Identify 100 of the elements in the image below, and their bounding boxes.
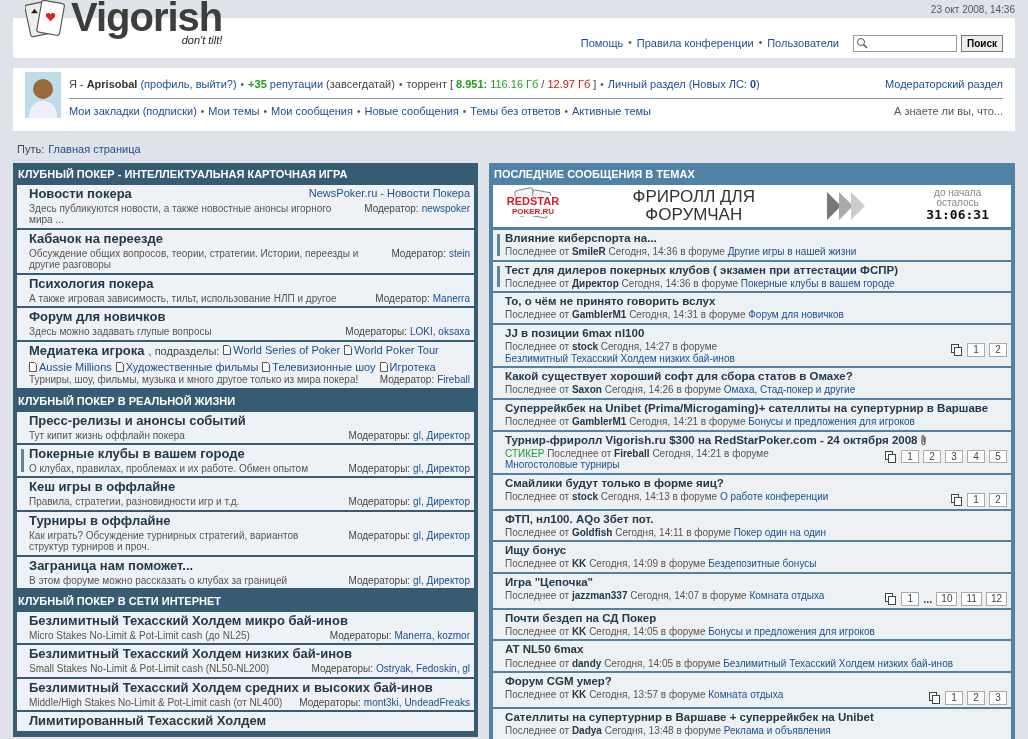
subforum-link[interactable]: Телевизионные шоу (262, 360, 376, 374)
moderator-link[interactable]: gl, Директор (413, 574, 470, 587)
moderator-link[interactable]: stein (448, 247, 470, 260)
forum-link[interactable]: Безлимитный Техасский Холдем низких бай-инов (723, 657, 953, 669)
page-link[interactable]: 5 (989, 449, 1007, 464)
search-button[interactable]: Поиск (961, 34, 1003, 52)
forum-link[interactable]: Бездепозитные бонусы (708, 558, 817, 570)
topic-title[interactable]: Сателлиты на супертурнир в Варшаве + суперрейкбек на Unibet (505, 710, 874, 725)
breadcrumb-link[interactable]: Главная страница (48, 142, 141, 156)
topic-title[interactable]: Турнир-фриролл Vigorish.ru $300 на RedStarPoker.com - 24 октября 2008 (505, 433, 918, 447)
page-link[interactable]: 3 (945, 449, 963, 464)
page-link[interactable]: 12 (985, 592, 1007, 606)
topic-title[interactable]: Какой существует хороший софт для сбора статов в Омахе? (505, 370, 853, 384)
forum-link[interactable]: О работе конференции (719, 491, 829, 503)
subforum-link[interactable]: Aussie Millions (29, 360, 112, 374)
topic-title[interactable]: Суперрейкбек на Unibet (Prima/Microgaming)+ сателлиты на супертурнир в Варшаве (505, 401, 989, 416)
user-link[interactable]: (профиль, выйти?) (140, 78, 237, 91)
forum-link[interactable]: Безлимитный Техасский Холдем низких бай-инов (505, 352, 735, 364)
forum-title[interactable]: Пресс-релизы и анонсы событий (29, 413, 246, 429)
forum-title[interactable]: Форум для новичков (29, 310, 166, 326)
subforum-link[interactable]: World Series of Poker (223, 343, 341, 357)
nav-link[interactable]: Пользователи (767, 36, 839, 50)
moderator-link[interactable]: gl, Директор (413, 462, 470, 475)
forum-link[interactable]: Покерные клубы в вашем городе (740, 277, 895, 289)
page-link[interactable]: 1 (901, 449, 919, 464)
topic-title[interactable]: Форум CGM умер? (505, 675, 612, 689)
topic-title[interactable]: JJ в позиции 6max nl100 (505, 326, 645, 341)
user-nav-link[interactable]: Новые сообщения (364, 105, 459, 118)
forum-description: Турниры, шоу, фильмы, музыка и много другое только из мира покера! (29, 374, 360, 386)
page-link[interactable]: 2 (989, 343, 1007, 357)
forum-link[interactable]: Другие игры в нашей жизни (727, 246, 857, 257)
forum-link[interactable]: Бонусы и предложения для игроков (708, 625, 875, 637)
page-link[interactable]: 1 (967, 343, 985, 357)
moderator-link[interactable]: LOKI, oksaxa (409, 326, 470, 338)
forum-link[interactable]: Многостоловые турниры (505, 459, 620, 471)
nav-link[interactable]: Помощь (580, 36, 624, 50)
topic-title[interactable]: Игра "Цепочка" (505, 575, 594, 590)
subforum-link[interactable]: World Poker Tour (344, 343, 439, 357)
post-time: Сегодня, 13:57 (589, 689, 659, 701)
moderator-link[interactable]: gl, Директор (413, 429, 470, 441)
moderator-link[interactable]: gl, Директор (413, 529, 470, 542)
user-nav-link[interactable]: Мои сообщения (270, 105, 353, 118)
moderator-link[interactable]: mont3ki, UndeadFreaks (363, 696, 470, 709)
moderator-link[interactable]: gl, Директор (413, 496, 470, 508)
topic-title[interactable]: Ищу бонус (505, 544, 567, 558)
page-link[interactable]: 1 (967, 493, 985, 507)
forum-title[interactable]: Покерные клубы в вашем городе (29, 447, 245, 462)
forum-link[interactable]: Омаха, Стад-покер и другие (723, 384, 856, 396)
forum-title[interactable]: Безлимитный Техасский Холдем микро бай-инов (29, 613, 348, 629)
moderator-link[interactable]: Manerra, kozmor (394, 629, 470, 642)
forum-link[interactable]: Реклама и объявления (723, 725, 831, 737)
user-nav-link[interactable]: Мои закладки (подписки) (69, 105, 197, 118)
page-link[interactable]: 10 (936, 592, 958, 606)
user-link[interactable]: Личный раздел (Новых ЛС: 0) (607, 78, 760, 91)
page-link[interactable]: 3 (989, 691, 1007, 705)
subforum-link[interactable]: Игротека (379, 360, 436, 374)
topic-title[interactable]: Смайлики будут только в форме яиц? (505, 476, 724, 491)
in-forum-label: в форуме (686, 526, 731, 538)
moderator-link[interactable]: newspoker (421, 202, 470, 215)
forum-title[interactable]: Новости покера (29, 186, 132, 202)
user-nav-link[interactable]: Мои темы (208, 105, 260, 118)
nav-link[interactable]: Правила конференции (636, 36, 754, 50)
moderator-link[interactable]: Fireball (437, 374, 470, 386)
forum-description: Здесь публикуются новости, а также новостные анонсы игорного мира ... (29, 202, 333, 226)
topic-title[interactable]: Почти бездеп на СД Покер (505, 611, 657, 625)
topic-title[interactable]: Влияние киберспорта на... (505, 231, 657, 245)
user-nav-link[interactable]: Темы без ответов (470, 105, 561, 118)
forum-link[interactable]: Форум для новичков (748, 309, 844, 321)
forum-title[interactable]: Кабачок на переезде (29, 231, 163, 247)
forum-title[interactable]: Заграница нам поможет... (29, 558, 194, 574)
search-field[interactable] (853, 34, 957, 52)
page-link[interactable]: 11 (961, 592, 982, 606)
subforum-link[interactable]: Художественные фильмы (115, 360, 259, 374)
topic-title[interactable]: Тест для дилеров покерных клубов ( экзамен при аттестации ФСПР) (505, 263, 898, 277)
moderator-link[interactable]: Manerra (432, 292, 470, 305)
forum-link[interactable]: Покер один на один (733, 526, 826, 538)
site-link[interactable]: NewsPoker.ru - Новости Покера (308, 186, 470, 200)
page-link[interactable]: 2 (923, 449, 941, 464)
forum-link[interactable]: Бонусы и предложения для игроков (748, 416, 915, 428)
forum-title[interactable]: Психология покера (29, 276, 154, 292)
forum-link[interactable]: Комната отдыха (708, 689, 784, 701)
moderator-link[interactable]: Ostryak, Fedoskin, gl (376, 663, 470, 675)
forum-title[interactable]: Медиатека игрока (29, 343, 145, 359)
page-link[interactable]: 1 (945, 691, 963, 705)
section-header: ПОСЛЕДНИЕ СООБЩЕНИЯ В ТЕМАХ (493, 167, 696, 183)
moderator-section-link[interactable]: Модераторский раздел (885, 78, 1003, 91)
page-link[interactable]: 1 (901, 592, 920, 606)
topic-title[interactable]: AT NL50 6max (505, 643, 584, 657)
topic-title[interactable]: То, о чём не принято говорить вслух (505, 295, 716, 309)
page-link[interactable]: 4 (967, 449, 985, 464)
user-nav-link[interactable]: Активные темы (572, 105, 651, 118)
topic-title[interactable]: ФТП, нл100. AQo 3бет пот. (505, 512, 654, 526)
forum-link[interactable]: Комната отдыха (749, 590, 825, 602)
forum-title[interactable]: Турниры в оффлайне (29, 513, 171, 529)
forum-title[interactable]: Кеш игры в оффлайне (29, 480, 176, 496)
page-link[interactable]: 2 (989, 493, 1007, 507)
page-link[interactable]: 2 (967, 691, 985, 705)
forum-title[interactable]: Безлимитный Техасский Холдем низких бай-инов (29, 647, 352, 663)
forum-title[interactable]: Безлимитный Техасский Холдем средних и высоких бай-инов (29, 680, 433, 696)
user-link[interactable]: репутации (269, 78, 324, 91)
